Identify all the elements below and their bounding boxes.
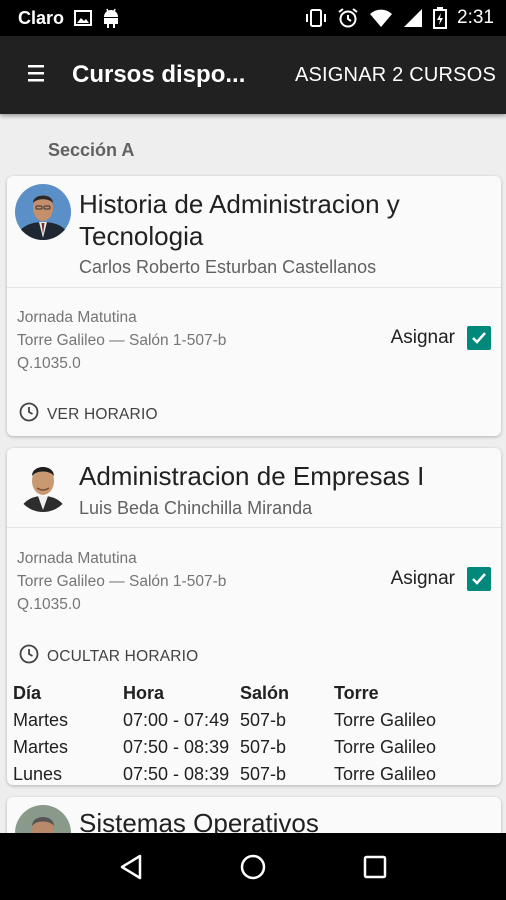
schedule-row: Martes 07:00 - 07:49 507-b Torre Galileo [13,707,493,734]
professor-name: Luis Beda Chinchilla Miranda [79,498,313,518]
alarm-icon [337,7,359,29]
schedule-header-row: Día Hora Salón Torre [13,680,493,707]
assign-label: Asignar [390,327,455,348]
course-card: Historia de Administracion y Tecnologia … [7,176,501,436]
status-bar: Claro 2:31 [0,0,506,36]
section-header: Sección A [48,140,135,160]
horario-label: OCULTAR HORARIO [47,647,199,665]
course-list[interactable]: Sección A Historia de Administracion y T… [0,114,506,833]
schedule-row: Martes 07:50 - 08:39 507-b Torre Galileo [13,734,493,761]
recents-button[interactable] [345,837,405,897]
course-title: Sistemas Operativos [79,808,319,833]
menu-button[interactable] [0,36,72,114]
schedule-tower: Torre Galileo [334,710,437,730]
clock-icon [19,402,39,427]
menu-icon [28,63,44,88]
course-title-line: Historia de Administracion y [79,189,400,219]
schedule-time: 07:50 - 08:39 [123,764,230,784]
assign-toggle[interactable]: Asignar [391,567,491,591]
professor-avatar [15,805,71,833]
course-title: Historia de Administracion y Tecnologia [79,188,400,252]
assign-checkbox[interactable] [467,326,491,350]
battery-icon [433,7,448,29]
course-card-header: Administracion de Empresas I Luis Beda C… [7,448,501,528]
jornada-label: Jornada Matutina [17,550,137,567]
column-header: Día [13,683,42,703]
jornada-label: Jornada Matutina [17,309,137,326]
status-time: 2:31 [457,7,494,28]
schedule-time: 07:00 - 07:49 [123,710,230,730]
check-icon [472,332,486,344]
column-header: Torre [334,683,379,703]
schedule-day: Lunes [13,764,63,784]
clock-icon [19,644,39,669]
course-info: Jornada Matutina Torre Galileo — Salón 1… [17,547,226,616]
schedule-room: 507-b [240,764,287,784]
navigation-bar [0,833,506,900]
course-card: Sistemas Operativos [7,797,501,833]
price-label: Q.1035.0 [17,596,81,613]
horario-label: VER HORARIO [47,405,158,423]
professor-name: Carlos Roberto Esturban Castellanos [79,257,377,277]
course-title-line: Tecnologia [79,221,204,251]
schedule-day: Martes [13,710,69,730]
professor-avatar [15,184,71,240]
column-header: Hora [123,683,165,703]
price-label: Q.1035.0 [17,355,81,372]
professor-avatar [15,456,71,512]
assign-courses-button[interactable]: ASIGNAR 2 CURSOS [295,64,496,87]
course-card: Administracion de Empresas I Luis Beda C… [7,448,501,785]
ver-horario-button[interactable]: VER HORARIO [19,402,158,427]
schedule-tower: Torre Galileo [334,737,437,757]
back-button[interactable] [101,837,161,897]
vibrate-icon [305,8,327,28]
status-left: Claro [18,8,120,29]
ocultar-horario-button[interactable]: OCULTAR HORARIO [19,644,198,669]
assign-checkbox[interactable] [467,567,491,591]
location-label: Torre Galileo — Salón 1-507-b [17,573,227,590]
home-icon [240,854,266,879]
home-button[interactable] [223,837,283,897]
recents-icon [363,855,387,878]
assign-label: Asignar [390,568,455,589]
image-icon [74,10,93,26]
back-icon [120,854,142,879]
page-title: Cursos dispo... [72,61,246,88]
android-icon [102,8,120,28]
carrier-label: Claro [18,7,65,28]
status-right: 2:31 [305,7,494,29]
app-toolbar: Cursos dispo... ASIGNAR 2 CURSOS [0,36,506,114]
wifi-icon [369,8,393,28]
location-label: Torre Galileo — Salón 1-507-b [17,332,227,349]
schedule-day: Martes [13,737,69,757]
course-info: Jornada Matutina Torre Galileo — Salón 1… [17,306,226,375]
check-icon [472,573,486,585]
schedule-room: 507-b [240,737,287,757]
schedule-row: Lunes 07:50 - 08:39 507-b Torre Galileo [13,761,493,785]
schedule-time: 07:50 - 08:39 [123,737,230,757]
schedule-tower: Torre Galileo [334,764,437,784]
course-card-header: Historia de Administracion y Tecnologia … [7,176,501,288]
signal-icon [403,8,423,28]
course-title: Administracion de Empresas I [79,461,425,491]
assign-toggle[interactable]: Asignar [391,326,491,350]
schedule-table: Día Hora Salón Torre Martes 07:00 - 07:4… [13,680,493,785]
schedule-room: 507-b [240,710,287,730]
column-header: Salón [240,683,290,703]
